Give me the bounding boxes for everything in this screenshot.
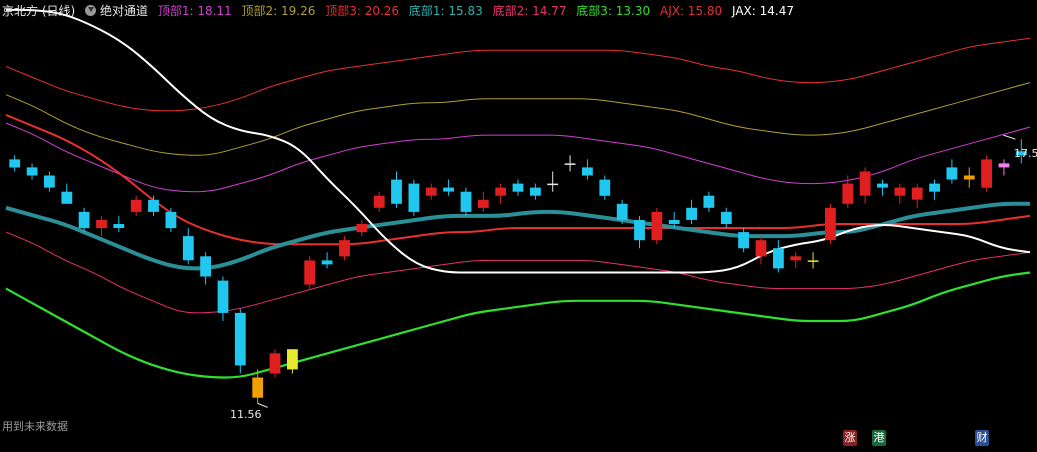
- candle-body-46: [807, 260, 819, 262]
- candle-body-52: [911, 187, 923, 200]
- band-line-4: [5, 201, 1030, 271]
- candle-body-11: [200, 256, 211, 277]
- kline-chart[interactable]: [0, 0, 1037, 448]
- candle-body-50: [877, 183, 888, 188]
- candle-body-1: [26, 167, 38, 176]
- candle-body-38: [668, 220, 680, 224]
- candle-body-16: [287, 349, 298, 370]
- candle-body-41: [720, 211, 732, 224]
- candle-body-29: [512, 183, 524, 192]
- candle-body-44: [773, 248, 784, 269]
- candle-body-8: [148, 199, 159, 212]
- band-line-7: [6, 8, 1031, 274]
- indicator-top1: 顶部1: 18.11: [157, 4, 232, 18]
- candle-body-30: [530, 187, 541, 196]
- candle-body-14: [252, 377, 264, 398]
- candle-body-26: [460, 191, 472, 212]
- stock-title[interactable]: 京北方 (日线): [2, 4, 75, 18]
- candle-body-48: [842, 183, 854, 204]
- high-marker-line: [1003, 134, 1016, 140]
- indicator-header: 京北方 (日线) 绝对通道 顶部1: 18.11 顶部2: 19.26 顶部3:…: [0, 0, 1037, 22]
- band-line-1: [5, 82, 1031, 156]
- indicator-bottom3: 底部3: 13.30: [576, 4, 651, 18]
- candle-body-20: [356, 224, 368, 233]
- candle-body-37: [651, 211, 663, 241]
- indicator-bottom2: 底部2: 14.77: [492, 4, 567, 18]
- candle-body-17: [304, 260, 316, 285]
- indicator-top2: 顶部2: 19.26: [241, 4, 316, 18]
- candle-body-5: [96, 220, 107, 229]
- settings-gear-icon[interactable]: [85, 5, 97, 16]
- candle-body-42: [738, 232, 749, 249]
- candle-body-34: [599, 179, 611, 196]
- candle-body-2: [44, 175, 55, 188]
- candle-body-39: [686, 207, 697, 220]
- candle-body-18: [321, 260, 333, 265]
- candle-body-6: [113, 224, 125, 228]
- chart-svg[interactable]: [0, 0, 1037, 448]
- candle-body-53: [929, 183, 940, 192]
- candle-body-28: [495, 187, 507, 196]
- candle-body-3: [61, 191, 73, 204]
- candle-body-40: [703, 195, 715, 208]
- candle-body-56: [981, 159, 992, 188]
- candle-body-9: [165, 211, 177, 229]
- candle-body-54: [946, 167, 958, 180]
- candle-body-32: [564, 163, 576, 165]
- candle-body-55: [963, 175, 975, 180]
- candle-body-23: [408, 183, 420, 212]
- candle-body-47: [825, 207, 836, 241]
- badge-hk[interactable]: 港: [872, 430, 886, 446]
- candle-body-7: [130, 199, 142, 212]
- candle-body-49: [859, 171, 871, 196]
- candle-body-13: [234, 312, 246, 366]
- candle-body-22: [391, 179, 402, 204]
- low-price-label: 11.56: [230, 408, 262, 421]
- indicator-name[interactable]: 绝对通道: [100, 4, 148, 18]
- indicator-ajx: AJX: 15.80: [659, 4, 723, 18]
- badge-rise[interactable]: 涨: [843, 430, 857, 446]
- candle-body-19: [339, 240, 350, 257]
- candle-body-21: [373, 195, 385, 208]
- low-marker-line: [257, 402, 268, 408]
- candle-body-45: [790, 256, 802, 261]
- candle-body-27: [477, 199, 489, 208]
- indicator-top3: 顶部3: 20.26: [325, 4, 400, 18]
- candle-body-10: [182, 236, 194, 261]
- candle-body-36: [634, 220, 645, 241]
- candle-body-31: [547, 183, 559, 186]
- candle-body-51: [894, 187, 906, 196]
- candle-body-33: [582, 167, 593, 176]
- candle-body-57: [998, 163, 1010, 168]
- candle-body-25: [443, 187, 454, 192]
- indicator-bottom1: 底部1: 15.83: [408, 4, 483, 18]
- candle-body-4: [78, 211, 90, 229]
- high-price-label: 17.5: [1014, 147, 1037, 160]
- candle-body-35: [616, 203, 628, 220]
- band-line-6: [5, 271, 1031, 379]
- candle-body-0: [9, 159, 21, 168]
- future-data-note: 用到未来数据: [2, 420, 68, 433]
- badge-finance[interactable]: 财: [975, 430, 989, 446]
- candle-body-15: [269, 353, 281, 374]
- candle-body-24: [425, 187, 437, 196]
- candle-body-12: [217, 280, 229, 313]
- indicator-jax: JAX: 14.47: [732, 4, 794, 18]
- candle-body-43: [755, 240, 767, 257]
